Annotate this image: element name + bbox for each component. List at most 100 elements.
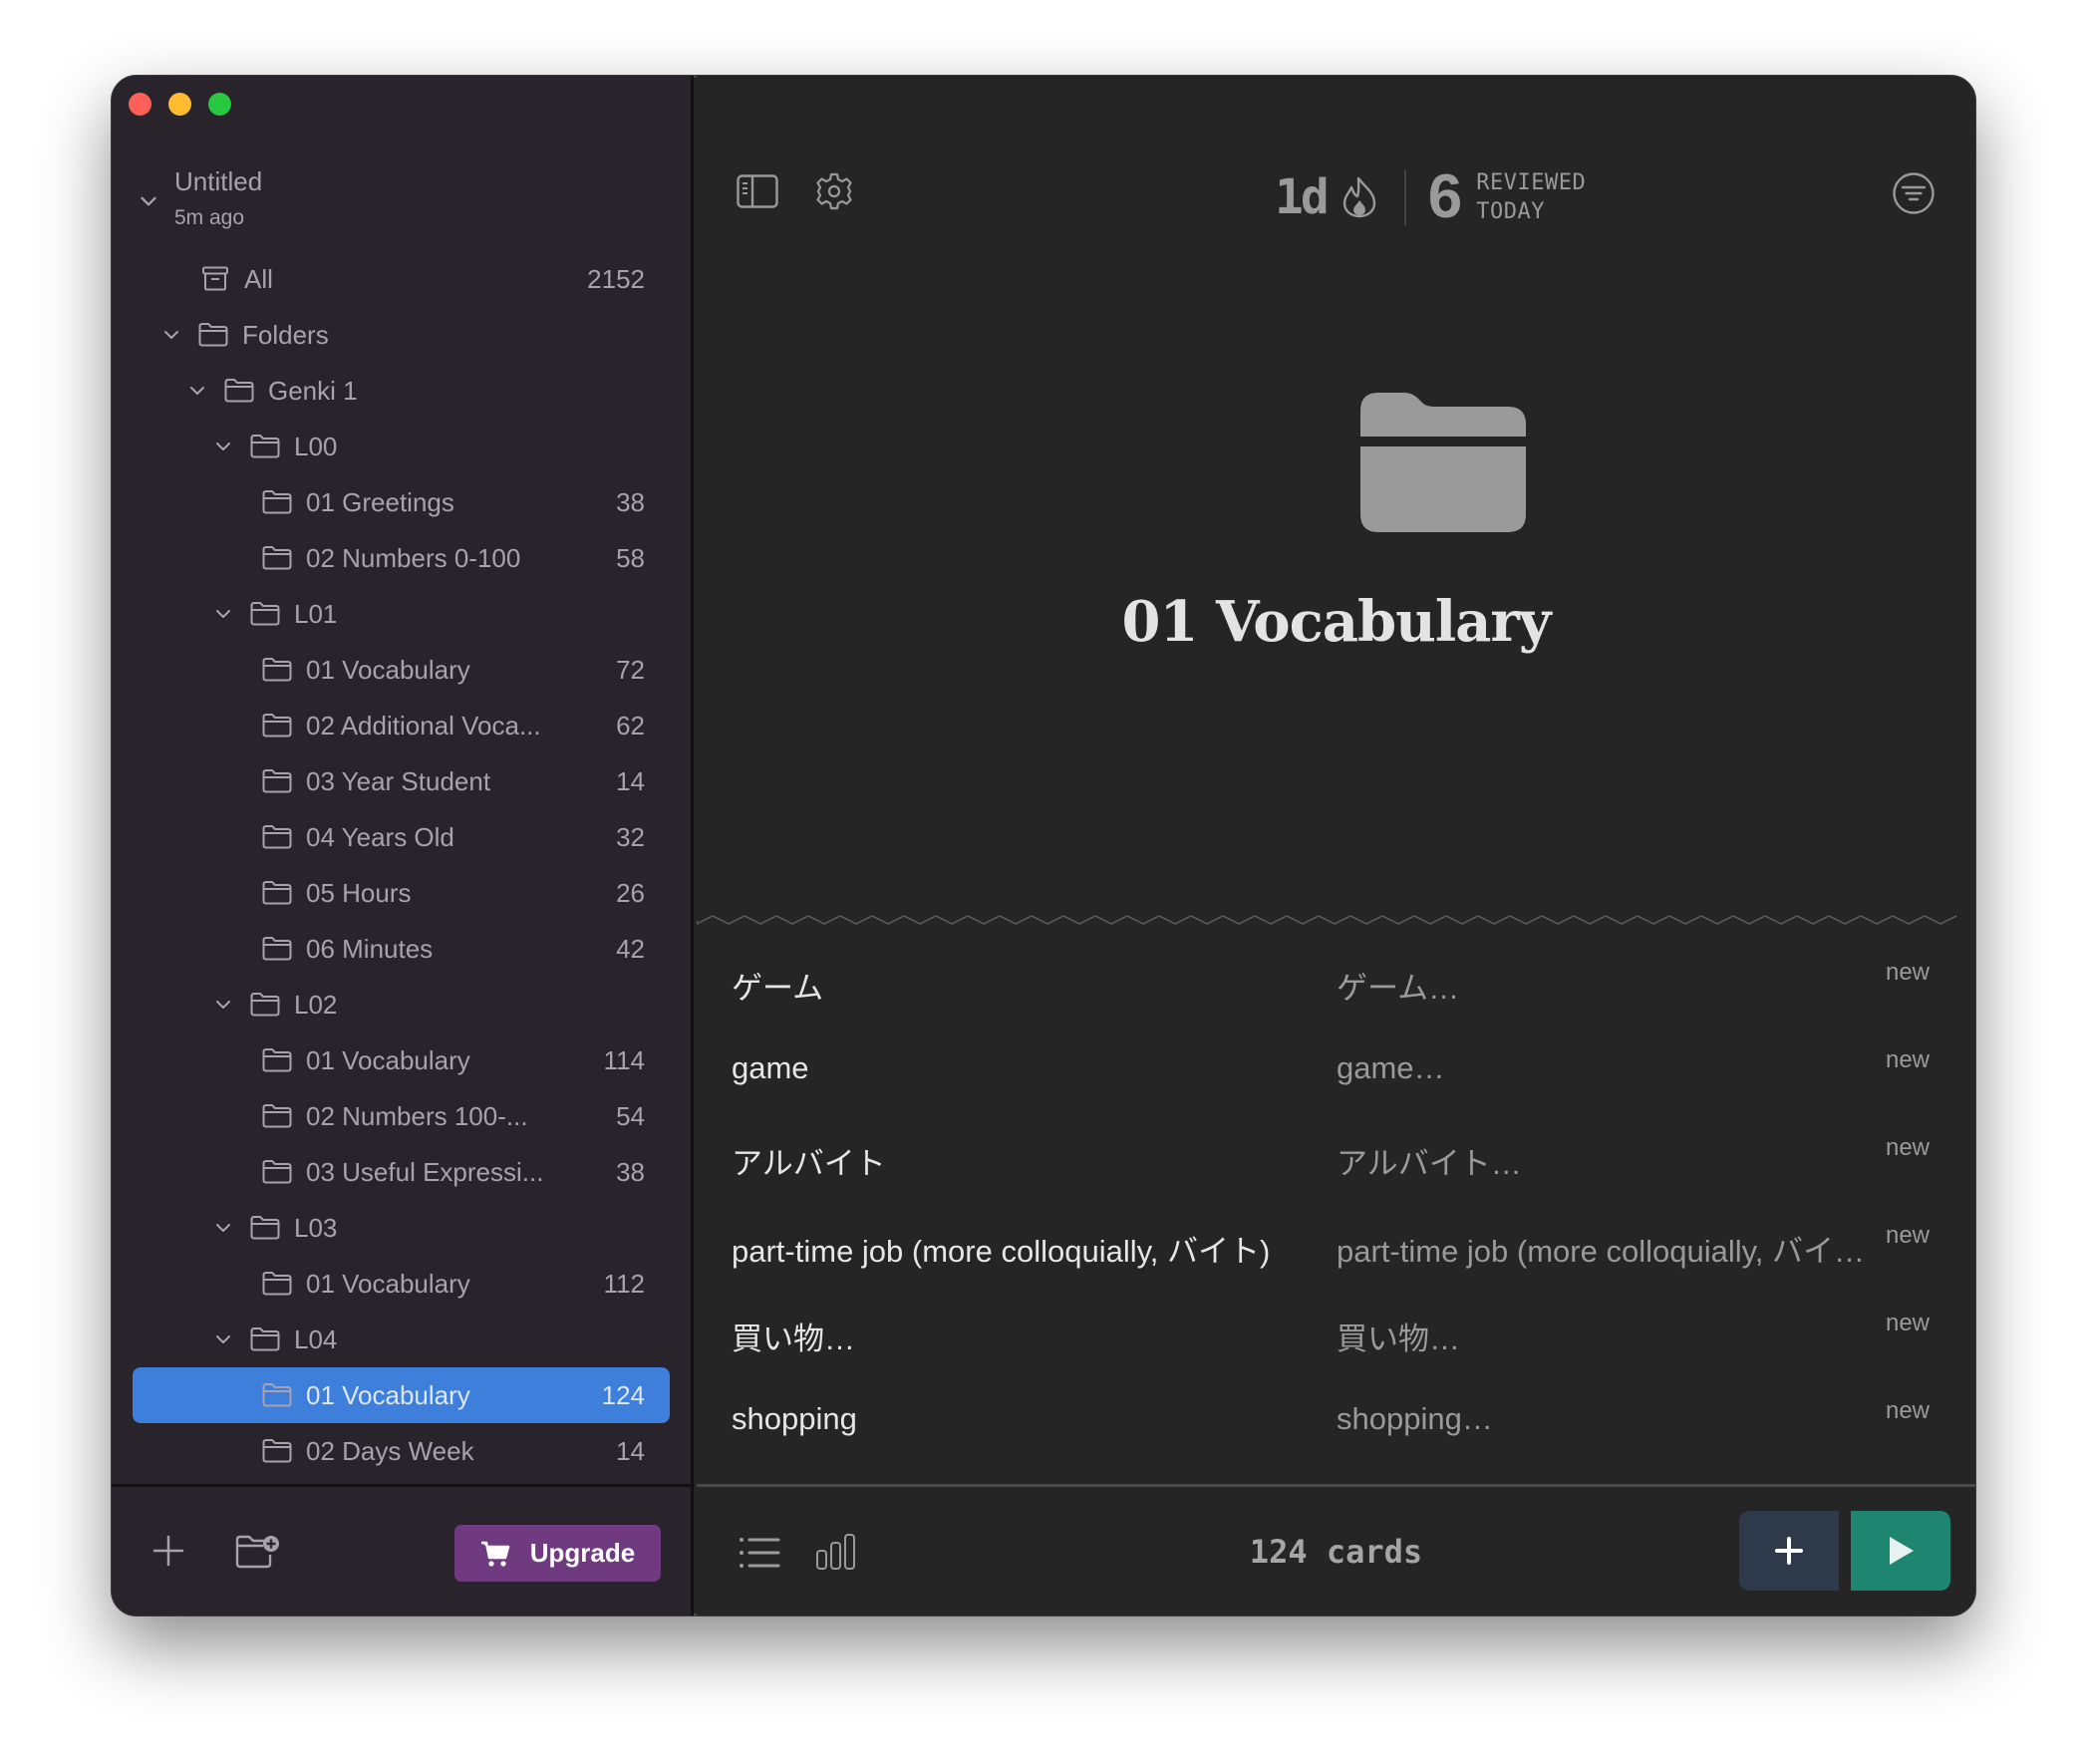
upgrade-label: Upgrade <box>529 1538 636 1568</box>
card-row[interactable]: アルバイト アルバイト… new <box>697 1118 1975 1206</box>
tree-row-label: L01 <box>294 599 338 629</box>
chevron-down-icon[interactable] <box>187 381 207 401</box>
filter-icon[interactable] <box>1892 171 1936 215</box>
card-status-badge: new <box>1885 1046 1930 1073</box>
tree-row[interactable]: L02 <box>112 977 691 1032</box>
tree-row[interactable]: 01 Vocabulary 112 <box>112 1256 691 1312</box>
tree-row-count: 58 <box>616 543 645 573</box>
chevron-down-icon[interactable] <box>138 190 159 212</box>
folder-icon <box>262 490 292 514</box>
tree-row-label: 03 Useful Expressi... <box>306 1157 544 1187</box>
folder-icon <box>250 1327 280 1351</box>
chevron-down-icon[interactable] <box>213 1218 233 1238</box>
tree-row-label: 06 Minutes <box>306 934 434 964</box>
tree-row[interactable]: 02 Numbers 0-100 58 <box>112 530 691 586</box>
card-status-badge: new <box>1885 1222 1930 1249</box>
tree-row[interactable]: 02 Numbers 100-... 54 <box>112 1088 691 1144</box>
folder-icon <box>250 602 280 626</box>
card-row[interactable]: part-time job (more colloquially, バイト) pa… <box>697 1206 1975 1294</box>
torn-edge-divider <box>697 915 1957 925</box>
add-deck-icon[interactable] <box>151 1534 185 1568</box>
document-header[interactable]: Untitled 5m ago <box>112 160 691 240</box>
folder-icon <box>262 1048 292 1072</box>
document-title: Untitled <box>174 166 263 196</box>
tree-row[interactable]: 06 Minutes 42 <box>112 921 691 977</box>
tree-row-label: 05 Hours <box>306 878 412 908</box>
chevron-down-icon[interactable] <box>213 1329 233 1349</box>
tree-row[interactable]: 03 Useful Expressi... 38 <box>112 1144 691 1200</box>
deck-toolbar: 124 cards <box>697 1484 1975 1616</box>
tree-row-count: 124 <box>601 1380 645 1410</box>
card-back-text: game… <box>1337 1050 1445 1085</box>
minimize-window-button[interactable] <box>168 93 191 116</box>
gear-icon[interactable] <box>814 171 854 211</box>
tree-row[interactable]: L04 <box>112 1312 691 1367</box>
tree-row-count: 114 <box>603 1045 645 1075</box>
reviewed-label-line2: TODAY <box>1476 199 1546 224</box>
tree-row[interactable]: Folders <box>112 307 691 363</box>
tree-row[interactable]: 01 Greetings 38 <box>112 474 691 530</box>
sidebar-footer: Upgrade <box>112 1484 691 1616</box>
tree-row-label: 01 Vocabulary <box>306 1045 470 1075</box>
zoom-window-button[interactable] <box>208 93 231 116</box>
card-row[interactable]: ゲーム ゲーム… new <box>697 943 1975 1030</box>
tree-row-selected[interactable]: 01 Vocabulary 124 <box>112 1367 691 1423</box>
folder-icon <box>262 769 292 793</box>
tree-row[interactable]: 03 Year Student 14 <box>112 753 691 809</box>
study-button[interactable] <box>1851 1511 1950 1591</box>
tree-row[interactable]: 02 Additional Voca... 62 <box>112 698 691 753</box>
add-card-button[interactable] <box>1739 1511 1839 1591</box>
folder-icon <box>198 323 228 347</box>
chevron-down-icon[interactable] <box>213 604 233 624</box>
tree-row[interactable]: 02 Days Week 14 <box>112 1423 691 1479</box>
folder-icon <box>262 1383 292 1407</box>
tree-row[interactable]: 01 Vocabulary 72 <box>112 642 691 698</box>
tree-row-count: 112 <box>603 1269 645 1299</box>
tree-row-count: 14 <box>616 766 645 796</box>
tree-row[interactable]: L03 <box>112 1200 691 1256</box>
tree-row[interactable]: All 2152 <box>112 251 691 307</box>
tree-row-label: 01 Vocabulary <box>306 1380 470 1410</box>
chevron-down-icon[interactable] <box>213 437 233 456</box>
reviewed-label-line1: REVIEWED <box>1476 170 1587 195</box>
tree-row-count: 14 <box>616 1436 645 1466</box>
tree-row-label: 03 Year Student <box>306 766 491 796</box>
tree-row[interactable]: L01 <box>112 586 691 642</box>
flame-icon <box>1342 176 1375 218</box>
tree-row-count: 32 <box>616 822 645 852</box>
tree-row-label: Genki 1 <box>268 376 358 406</box>
upgrade-button[interactable]: Upgrade <box>454 1525 661 1582</box>
new-folder-icon[interactable] <box>234 1532 280 1570</box>
tree-row[interactable]: 01 Vocabulary 114 <box>112 1032 691 1088</box>
folder-icon <box>262 1272 292 1296</box>
card-row[interactable]: shopping shopping… new <box>697 1381 1975 1469</box>
card-list: ゲーム ゲーム… new game game… new アルバイト アルバイト… new part… <box>697 943 1975 1469</box>
tree-row-label: L04 <box>294 1324 338 1354</box>
tree-row[interactable]: 04 Years Old 32 <box>112 809 691 865</box>
card-status-badge: new <box>1885 959 1930 986</box>
chevron-down-icon[interactable] <box>213 995 233 1015</box>
tree-row-count: 38 <box>616 487 645 517</box>
folder-icon <box>262 658 292 682</box>
shopping-cart-icon <box>480 1541 510 1567</box>
sidebar: Untitled 5m ago All 2152 Folders Genki 1 L00… <box>112 76 694 1616</box>
card-status-badge: new <box>1885 1310 1930 1336</box>
reviewed-count: 6 <box>1427 162 1463 231</box>
tree-row-count: 62 <box>616 711 645 740</box>
close-window-button[interactable] <box>129 93 151 116</box>
tree-row-count: 26 <box>616 878 645 908</box>
card-front-text: part-time job (more colloquially, バイト) <box>732 1234 1271 1269</box>
archive-icon <box>202 266 228 291</box>
tree-row[interactable]: Genki 1 <box>112 363 691 419</box>
card-back-text: アルバイト… <box>1337 1146 1522 1181</box>
sidebar-toggle-icon[interactable] <box>737 174 778 208</box>
chevron-down-icon[interactable] <box>161 325 181 345</box>
tree-row[interactable]: 05 Hours 26 <box>112 865 691 921</box>
tree-row-label: All <box>244 264 273 294</box>
card-row[interactable]: game game… new <box>697 1030 1975 1118</box>
card-row[interactable]: 買い物… 買い物… new <box>697 1294 1975 1381</box>
reviewed-label: REVIEWED TODAY <box>1476 168 1586 226</box>
tree-row-label: L02 <box>294 990 338 1020</box>
folder-icon <box>262 1439 292 1463</box>
tree-row[interactable]: L00 <box>112 419 691 474</box>
